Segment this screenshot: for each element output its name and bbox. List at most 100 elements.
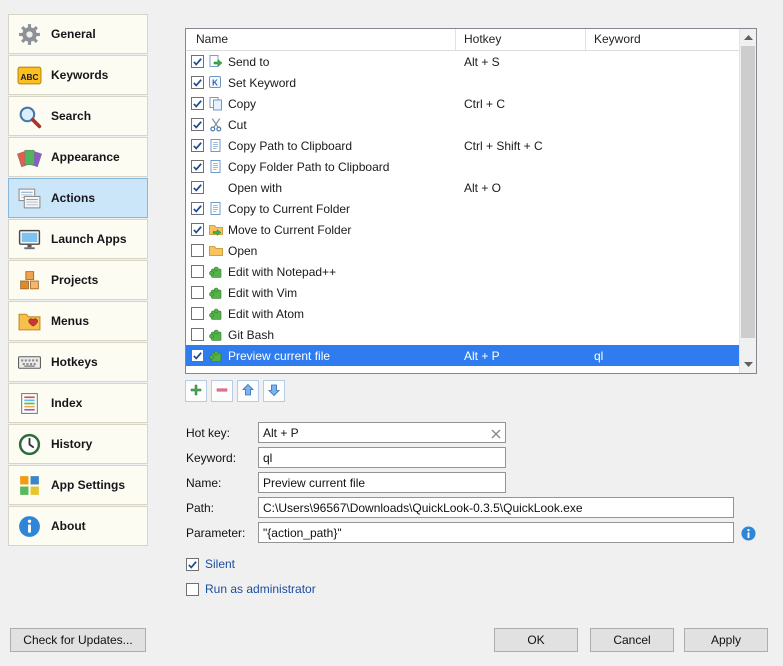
column-header-name[interactable]: Name <box>186 29 456 50</box>
silent-checkbox[interactable] <box>186 557 199 571</box>
table-row[interactable]: Open with Alt + O <box>186 177 739 198</box>
row-checkbox[interactable] <box>191 76 204 89</box>
puzzle-icon <box>209 265 223 279</box>
table-row[interactable]: Edit with Notepad++ <box>186 261 739 282</box>
path-label: Path: <box>186 501 215 515</box>
check-updates-button[interactable]: Check for Updates... <box>10 628 146 652</box>
appearance-icon <box>16 144 42 170</box>
sidebar-item-label: Hotkeys <box>51 355 98 369</box>
sidebar-item-general[interactable]: General <box>8 14 148 54</box>
sidebar-item-label: App Settings <box>51 478 125 492</box>
blank-icon <box>209 181 223 195</box>
path-input[interactable] <box>258 497 734 518</box>
parameter-info-icon[interactable] <box>740 525 756 541</box>
sidebar: General ABC Keywords Search Appearance A… <box>8 14 148 546</box>
sidebar-item-label: Appearance <box>51 150 120 164</box>
sidebar-item-history[interactable]: History <box>8 424 148 464</box>
svg-text:K: K <box>212 78 218 87</box>
action-name: Copy <box>228 96 257 111</box>
menus-icon <box>16 308 42 334</box>
table-row[interactable]: Copy Path to Clipboard Ctrl + Shift + C <box>186 135 739 156</box>
set-keyword-icon: K <box>209 75 223 90</box>
column-header-keyword[interactable]: Keyword <box>586 29 756 50</box>
clear-hotkey-icon[interactable] <box>488 426 503 441</box>
hotkey-label: Hot key: <box>186 426 231 440</box>
cancel-button[interactable]: Cancel <box>590 628 674 652</box>
table-row[interactable]: Cut <box>186 114 739 135</box>
table-row[interactable]: Edit with Atom <box>186 303 739 324</box>
sidebar-item-hotkeys[interactable]: Hotkeys <box>8 342 148 382</box>
run-as-admin-checkbox[interactable] <box>186 582 199 596</box>
row-checkbox[interactable] <box>191 139 204 152</box>
ok-button[interactable]: OK <box>494 628 578 652</box>
sidebar-item-keywords[interactable]: ABC Keywords <box>8 55 148 95</box>
keyword-label: Keyword: <box>186 451 237 465</box>
row-checkbox[interactable] <box>191 349 204 362</box>
table-row[interactable]: Edit with Vim <box>186 282 739 303</box>
sidebar-item-actions[interactable]: Actions <box>8 178 148 218</box>
move-down-button[interactable] <box>263 380 285 402</box>
row-checkbox[interactable] <box>191 160 204 173</box>
sidebar-item-menus[interactable]: Menus <box>8 301 148 341</box>
sidebar-item-label: History <box>51 437 93 451</box>
table-row[interactable]: K Set Keyword <box>186 72 739 93</box>
action-hotkey: Ctrl + Shift + C <box>464 138 543 153</box>
sidebar-item-label: Menus <box>51 314 90 328</box>
row-checkbox[interactable] <box>191 286 204 299</box>
apply-button[interactable]: Apply <box>684 628 768 652</box>
table-row[interactable]: Open <box>186 240 739 261</box>
row-checkbox[interactable] <box>191 223 204 236</box>
minus-icon <box>215 383 229 400</box>
sidebar-item-app-settings[interactable]: App Settings <box>8 465 148 505</box>
sidebar-item-search[interactable]: Search <box>8 96 148 136</box>
action-hotkey: Alt + O <box>464 180 502 195</box>
history-icon <box>16 431 42 457</box>
scroll-down-icon[interactable] <box>740 356 756 373</box>
table-row[interactable]: Git Bash <box>186 324 739 345</box>
row-checkbox[interactable] <box>191 118 204 131</box>
silent-checkbox-row[interactable]: Silent <box>186 557 235 571</box>
sidebar-item-launch-apps[interactable]: Launch Apps <box>8 219 148 259</box>
table-body: Send to Alt + S K Set Keyword Copy Ctrl … <box>186 51 739 373</box>
sidebar-item-index[interactable]: Index <box>8 383 148 423</box>
table-row[interactable]: Preview current file Alt + P ql <box>186 345 739 366</box>
action-name: Send to <box>228 54 270 69</box>
add-button[interactable] <box>185 380 207 402</box>
row-checkbox[interactable] <box>191 181 204 194</box>
sidebar-item-projects[interactable]: Projects <box>8 260 148 300</box>
column-header-hotkey[interactable]: Hotkey <box>456 29 586 50</box>
hotkey-input[interactable] <box>258 422 506 443</box>
remove-button[interactable] <box>211 380 233 402</box>
hotkeys-icon <box>16 349 42 375</box>
keyword-input[interactable] <box>258 447 506 468</box>
table-row[interactable]: Copy Ctrl + C <box>186 93 739 114</box>
row-checkbox[interactable] <box>191 55 204 68</box>
sidebar-item-about[interactable]: About <box>8 506 148 546</box>
table-row[interactable]: Send to Alt + S <box>186 51 739 72</box>
table-row[interactable]: Copy to Current Folder <box>186 198 739 219</box>
row-checkbox[interactable] <box>191 202 204 215</box>
page-icon <box>209 138 223 153</box>
parameter-label: Parameter: <box>186 526 246 540</box>
row-checkbox[interactable] <box>191 307 204 320</box>
table-row[interactable]: Copy Folder Path to Clipboard <box>186 156 739 177</box>
move-up-button[interactable] <box>237 380 259 402</box>
row-checkbox[interactable] <box>191 97 204 110</box>
abc-icon: ABC <box>16 62 42 88</box>
scrollbar[interactable] <box>739 29 756 373</box>
row-checkbox[interactable] <box>191 328 204 341</box>
scroll-up-icon[interactable] <box>740 29 756 46</box>
projects-icon <box>16 267 42 293</box>
row-checkbox[interactable] <box>191 244 204 257</box>
sidebar-item-label: About <box>51 519 86 533</box>
run-as-admin-checkbox-row[interactable]: Run as administrator <box>186 582 316 596</box>
sidebar-item-appearance[interactable]: Appearance <box>8 137 148 177</box>
page-icon <box>209 201 223 216</box>
row-checkbox[interactable] <box>191 265 204 278</box>
parameter-input[interactable] <box>258 522 734 543</box>
scroll-thumb[interactable] <box>741 46 755 338</box>
name-input[interactable] <box>258 472 506 493</box>
cut-icon <box>209 117 223 132</box>
table-row[interactable]: Move to Current Folder <box>186 219 739 240</box>
silent-label: Silent <box>205 557 236 571</box>
